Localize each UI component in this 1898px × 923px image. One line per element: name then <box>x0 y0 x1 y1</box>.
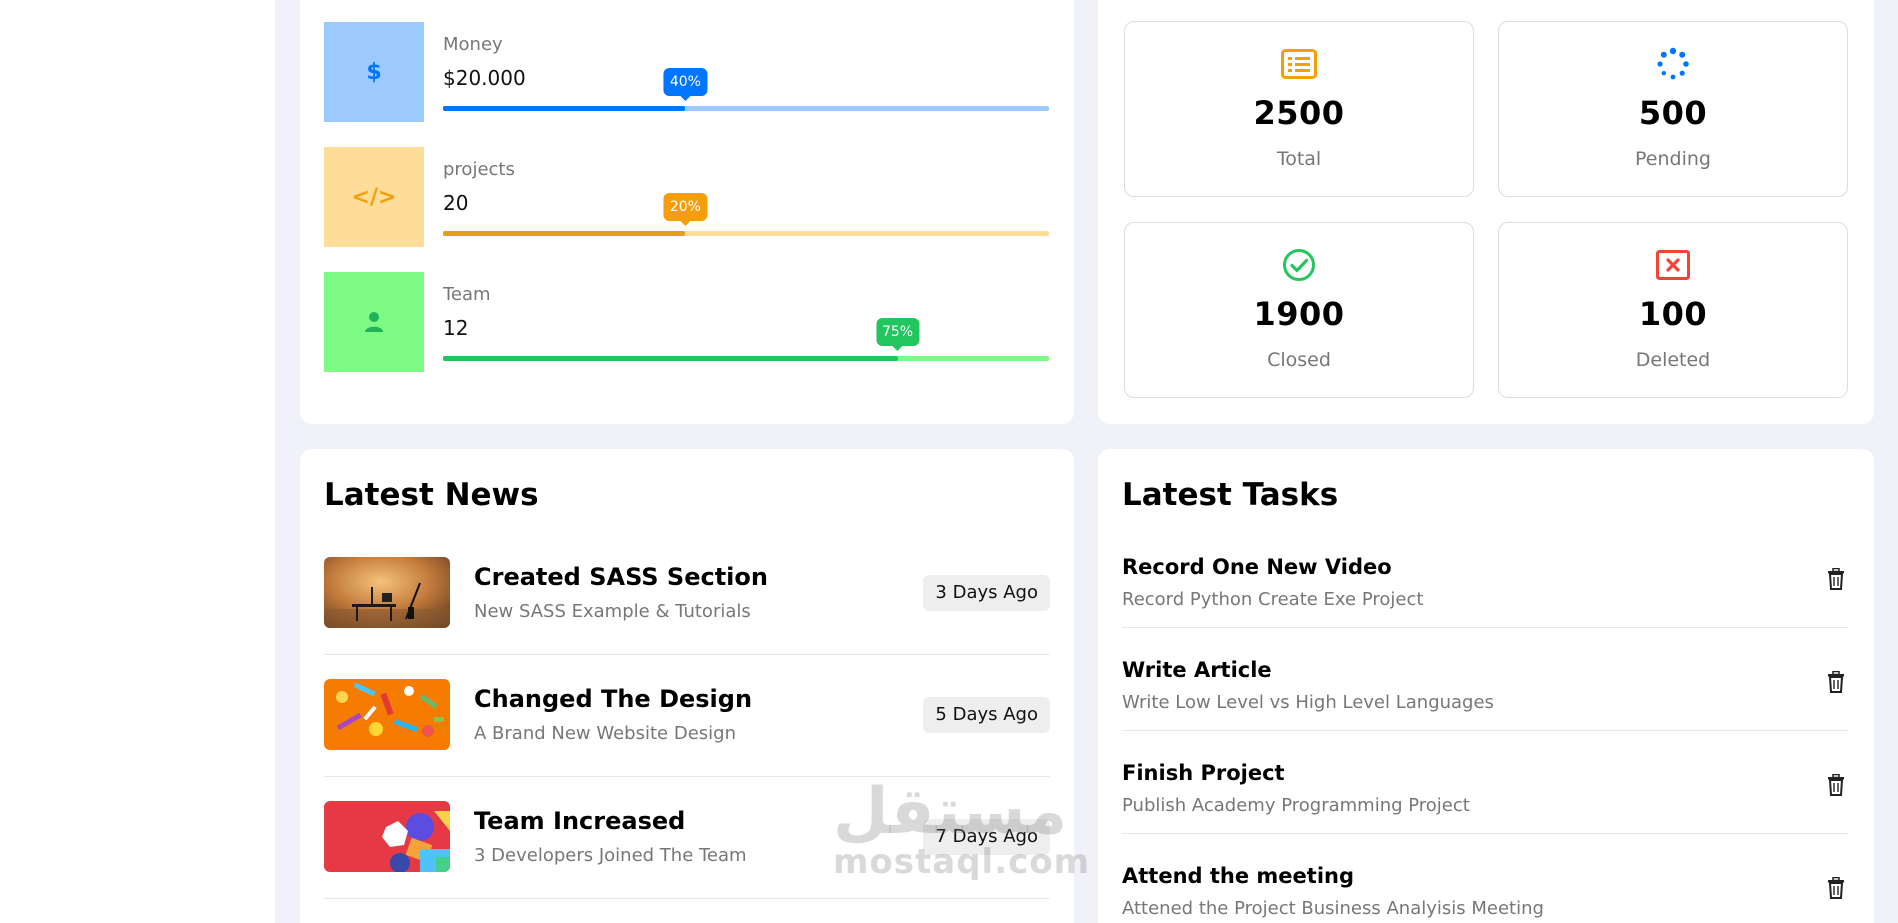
latest-news-panel: Latest News Created SASS Section New SAS… <box>300 449 1074 923</box>
progress-fill <box>443 106 686 111</box>
news-title: Created SASS Section <box>474 563 768 591</box>
user-icon <box>324 272 424 372</box>
ticket-label: Pending <box>1635 148 1711 170</box>
task-row: Attend the meeting Attened the Project B… <box>1122 834 1848 923</box>
news-description: A Brand New Website Design <box>474 723 736 744</box>
progress-fill <box>443 231 686 236</box>
task-description: Write Low Level vs High Level Languages <box>1122 692 1494 713</box>
task-row: Record One New Video Record Python Creat… <box>1122 525 1848 628</box>
ticket-value: 100 <box>1638 295 1708 333</box>
news-date-badge: 7 Days Ago <box>923 819 1050 855</box>
news-item[interactable]: Team Increased 3 Developers Joined The T… <box>324 777 1050 899</box>
target-value: 20 <box>443 191 469 215</box>
dollar-icon: $ <box>324 22 424 122</box>
ticket-closed: 1900 Closed <box>1124 222 1474 398</box>
spinner-icon <box>1653 44 1693 84</box>
ticket-total: 2500 Total <box>1124 21 1474 197</box>
task-description: Publish Academy Programming Project <box>1122 795 1470 816</box>
progress-track <box>443 106 1049 111</box>
ticket-value: 500 <box>1638 94 1708 132</box>
progress-badge: 40% <box>663 68 707 101</box>
task-title: Finish Project <box>1122 761 1285 785</box>
progress-track <box>443 356 1049 361</box>
news-title: Changed The Design <box>474 685 753 713</box>
news-item[interactable]: Created SASS Section New SASS Example & … <box>324 533 1050 655</box>
targets-panel: $ Money $20.000 40% </> projects 20 20% … <box>300 0 1074 424</box>
task-row: Finish Project Publish Academy Programmi… <box>1122 731 1848 834</box>
ticket-label: Deleted <box>1635 349 1711 371</box>
news-description: 3 Developers Joined The Team <box>474 845 747 866</box>
ticket-label: Total <box>1276 148 1322 170</box>
list-icon <box>1279 44 1319 84</box>
task-description: Record Python Create Exe Project <box>1122 589 1424 610</box>
target-value: 12 <box>443 316 469 340</box>
news-date-badge: 5 Days Ago <box>923 697 1050 733</box>
section-title: Latest News <box>324 477 539 513</box>
code-icon: </> <box>324 147 424 247</box>
task-row: Write Article Write Low Level vs High Le… <box>1122 628 1848 731</box>
target-projects: </> projects 20 20% <box>324 147 1050 247</box>
close-box-icon <box>1653 245 1693 285</box>
task-description: Attened the Project Business Analyisis M… <box>1122 898 1544 919</box>
target-label: projects <box>443 159 515 180</box>
news-item[interactable]: Changed The Design A Brand New Website D… <box>324 655 1050 777</box>
ticket-value: 1900 <box>1253 295 1345 333</box>
progress-badge: 20% <box>663 193 707 226</box>
ticket-deleted: 100 Deleted <box>1498 222 1848 398</box>
task-title: Write Article <box>1122 658 1272 682</box>
news-thumbnail <box>324 679 450 750</box>
section-title: Latest Tasks <box>1122 477 1339 513</box>
news-thumbnail <box>324 557 450 628</box>
trash-icon[interactable] <box>1824 875 1848 901</box>
target-value: $20.000 <box>443 66 526 90</box>
sidebar <box>0 0 275 923</box>
news-date-badge: 3 Days Ago <box>923 575 1050 611</box>
target-label: Team <box>443 284 491 305</box>
trash-icon[interactable] <box>1824 566 1848 592</box>
ticket-value: 2500 <box>1253 94 1345 132</box>
target-label: Money <box>443 34 503 55</box>
latest-tasks-panel: Latest Tasks Record One New Video Record… <box>1098 449 1874 923</box>
trash-icon[interactable] <box>1824 772 1848 798</box>
progress-badge: 75% <box>875 318 920 351</box>
target-team: Team 12 75% <box>324 272 1050 372</box>
task-title: Attend the meeting <box>1122 864 1354 888</box>
news-description: New SASS Example & Tutorials <box>474 601 751 622</box>
progress-track <box>443 231 1049 236</box>
trash-icon[interactable] <box>1824 669 1848 695</box>
ticket-pending: 500 Pending <box>1498 21 1848 197</box>
ticket-label: Closed <box>1267 349 1331 371</box>
check-circle-icon <box>1279 245 1319 285</box>
task-title: Record One New Video <box>1122 555 1392 579</box>
target-money: $ Money $20.000 40% <box>324 22 1050 122</box>
progress-fill <box>443 356 898 361</box>
tickets-panel: 2500 Total 500 Pending 1900 Closed 100 D… <box>1098 0 1874 424</box>
news-thumbnail <box>324 801 450 872</box>
news-title: Team Increased <box>474 807 686 835</box>
